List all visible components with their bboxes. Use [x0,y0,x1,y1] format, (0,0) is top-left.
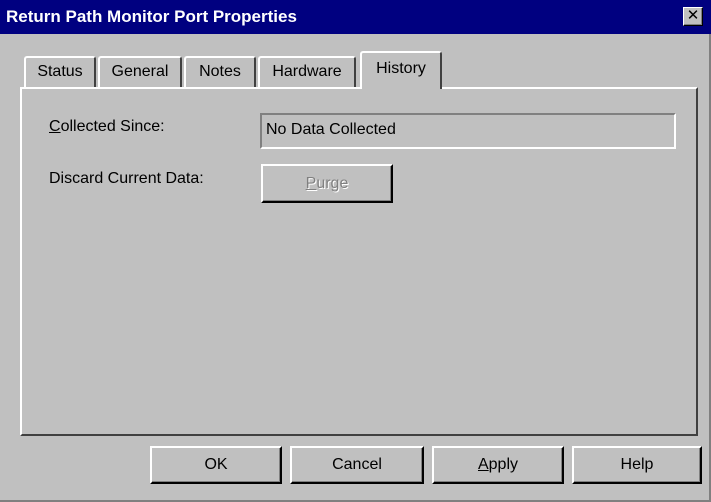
window-title: Return Path Monitor Port Properties [6,7,297,26]
tab-history[interactable]: History [360,51,442,89]
ok-button[interactable]: OK [150,446,282,484]
purge-button[interactable]: Purge [261,164,393,203]
collected-since-label: Collected Since: [49,118,165,136]
properties-dialog: Return Path Monitor Port Properties ✕ St… [0,0,711,502]
tab-general[interactable]: General [98,56,182,88]
apply-button[interactable]: Apply [432,446,564,484]
tab-notes-label: Notes [199,63,241,80]
title-bar: Return Path Monitor Port Properties ✕ [0,0,711,34]
tab-hardware[interactable]: Hardware [258,56,356,88]
collected-since-mnemonic: C [49,118,61,135]
apply-mnemonic: A [477,456,489,473]
cancel-label: Cancel [332,456,382,473]
purge-label-rest: urge [316,175,349,192]
ok-label: OK [204,456,228,473]
tab-status-label: Status [37,63,83,80]
tab-notes[interactable]: Notes [184,56,256,88]
tab-hardware-label: Hardware [272,63,342,80]
close-icon[interactable]: ✕ [683,7,703,26]
tab-general-label: General [111,63,169,80]
discard-current-data-label: Discard Current Data: [49,170,204,187]
tab-history-label: History [376,60,426,77]
active-tab-join [362,85,440,91]
tab-status[interactable]: Status [24,56,96,88]
apply-label-rest: pply [488,456,519,473]
collected-since-label-rest: ollected Since: [60,118,165,135]
help-label: Help [620,456,654,473]
collected-since-value: No Data Collected [266,121,396,138]
collected-since-field: No Data Collected [260,113,676,149]
cancel-button[interactable]: Cancel [290,446,424,484]
purge-mnemonic: P [305,175,317,192]
help-button[interactable]: Help [572,446,702,484]
